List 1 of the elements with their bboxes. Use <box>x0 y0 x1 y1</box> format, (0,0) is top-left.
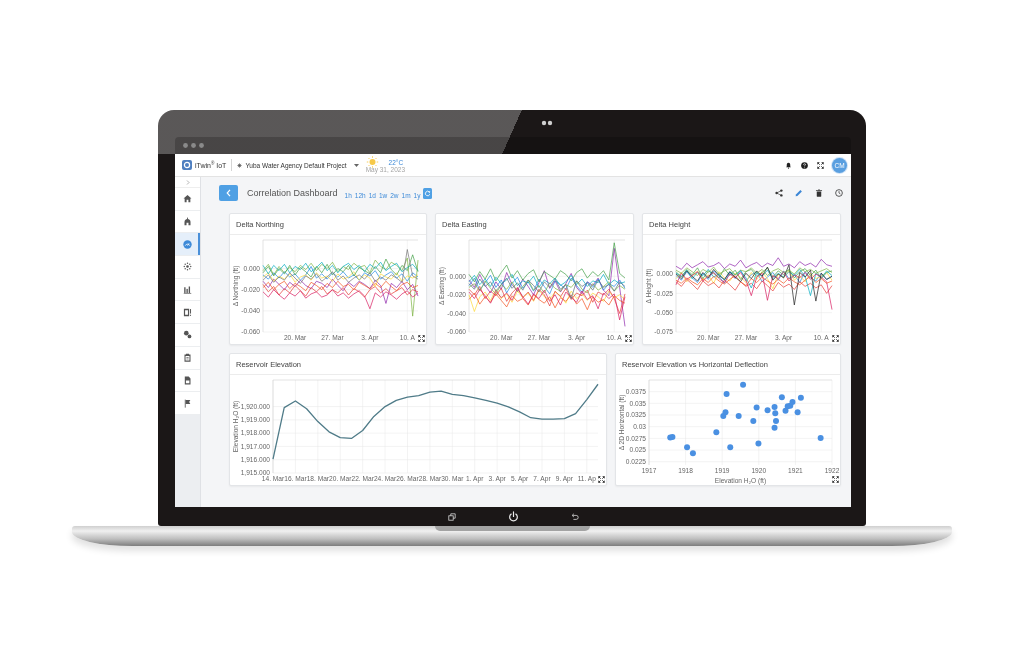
dashboard-title: Correlation Dashboard <box>247 188 338 198</box>
